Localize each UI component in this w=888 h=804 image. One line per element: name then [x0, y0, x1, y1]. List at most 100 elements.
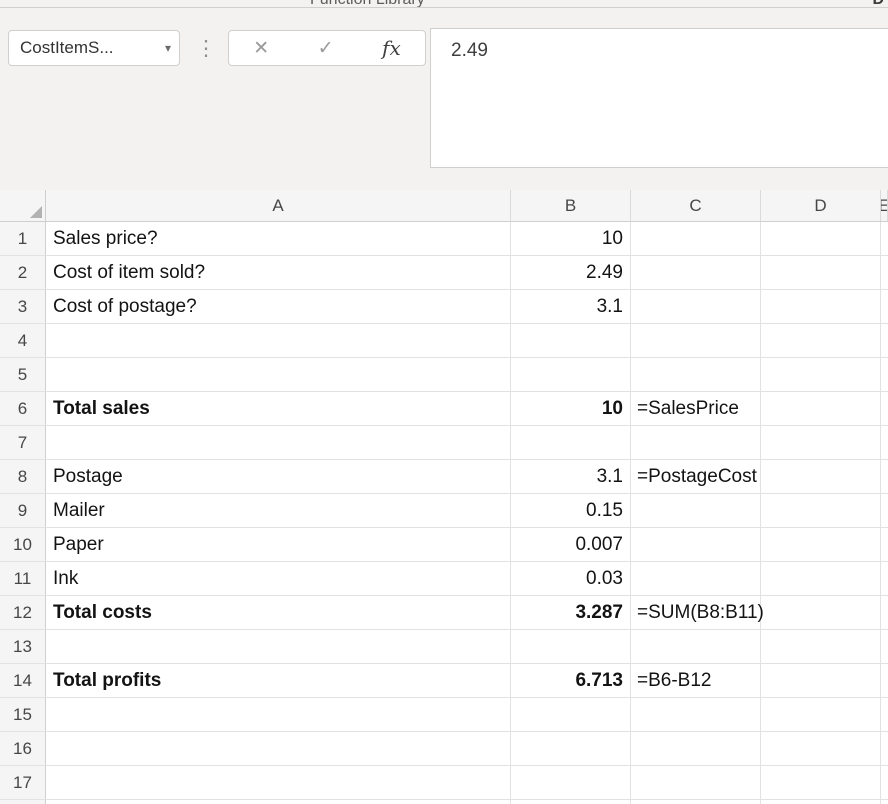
- row-header-8[interactable]: 8: [0, 460, 46, 493]
- cell-C2[interactable]: [631, 256, 761, 289]
- cell-D1[interactable]: [761, 222, 881, 255]
- cell-B5[interactable]: [511, 358, 631, 391]
- cell-A11[interactable]: Ink: [46, 562, 511, 595]
- cell-B18[interactable]: [511, 800, 631, 804]
- cell-E8[interactable]: [881, 460, 888, 493]
- cell-E12[interactable]: [881, 596, 888, 629]
- cell-C12[interactable]: =SUM(B8:B11): [631, 596, 761, 629]
- cell-D15[interactable]: [761, 698, 881, 731]
- cell-C5[interactable]: [631, 358, 761, 391]
- cell-D11[interactable]: [761, 562, 881, 595]
- enter-icon[interactable]: ✓: [318, 39, 334, 58]
- cell-B3[interactable]: 3.1: [511, 290, 631, 323]
- cell-C8[interactable]: =PostageCost: [631, 460, 761, 493]
- column-header-A[interactable]: A: [46, 190, 511, 221]
- cell-A8[interactable]: Postage: [46, 460, 511, 493]
- cell-A9[interactable]: Mailer: [46, 494, 511, 527]
- cell-C9[interactable]: [631, 494, 761, 527]
- cell-A6[interactable]: Total sales: [46, 392, 511, 425]
- cell-B2[interactable]: 2.49: [511, 256, 631, 289]
- cell-D3[interactable]: [761, 290, 881, 323]
- cell-A13[interactable]: [46, 630, 511, 663]
- row-header-5[interactable]: 5: [0, 358, 46, 391]
- row-header-12[interactable]: 12: [0, 596, 46, 629]
- column-header-B[interactable]: B: [511, 190, 631, 221]
- cell-B9[interactable]: 0.15: [511, 494, 631, 527]
- cell-A10[interactable]: Paper: [46, 528, 511, 561]
- row-header-16[interactable]: 16: [0, 732, 46, 765]
- cell-E1[interactable]: [881, 222, 888, 255]
- cell-A7[interactable]: [46, 426, 511, 459]
- cell-D8[interactable]: [761, 460, 881, 493]
- formula-bar-options-icon[interactable]: ⋮: [199, 34, 213, 62]
- row-header-15[interactable]: 15: [0, 698, 46, 731]
- cell-E5[interactable]: [881, 358, 888, 391]
- cell-C7[interactable]: [631, 426, 761, 459]
- row-header-4[interactable]: 4: [0, 324, 46, 357]
- cell-D7[interactable]: [761, 426, 881, 459]
- row-header-11[interactable]: 11: [0, 562, 46, 595]
- cell-B15[interactable]: [511, 698, 631, 731]
- cell-D14[interactable]: [761, 664, 881, 697]
- cell-B8[interactable]: 3.1: [511, 460, 631, 493]
- cell-A3[interactable]: Cost of postage?: [46, 290, 511, 323]
- cell-B11[interactable]: 0.03: [511, 562, 631, 595]
- row-header-17[interactable]: 17: [0, 766, 46, 799]
- row-header-7[interactable]: 7: [0, 426, 46, 459]
- cell-B6[interactable]: 10: [511, 392, 631, 425]
- cell-A2[interactable]: Cost of item sold?: [46, 256, 511, 289]
- row-header-10[interactable]: 10: [0, 528, 46, 561]
- cell-E13[interactable]: [881, 630, 888, 663]
- cell-B10[interactable]: 0.007: [511, 528, 631, 561]
- cell-D16[interactable]: [761, 732, 881, 765]
- cell-A4[interactable]: [46, 324, 511, 357]
- column-header-E[interactable]: E: [881, 190, 888, 221]
- cell-E3[interactable]: [881, 290, 888, 323]
- cell-E16[interactable]: [881, 732, 888, 765]
- cell-B16[interactable]: [511, 732, 631, 765]
- cell-E10[interactable]: [881, 528, 888, 561]
- cell-A15[interactable]: [46, 698, 511, 731]
- row-header-9[interactable]: 9: [0, 494, 46, 527]
- cell-C4[interactable]: [631, 324, 761, 357]
- cell-C14[interactable]: =B6-B12: [631, 664, 761, 697]
- cell-E7[interactable]: [881, 426, 888, 459]
- cell-E18[interactable]: [881, 800, 888, 804]
- cell-D10[interactable]: [761, 528, 881, 561]
- column-header-D[interactable]: D: [761, 190, 881, 221]
- chevron-down-icon[interactable]: ▾: [165, 41, 171, 55]
- row-header-18[interactable]: [0, 800, 46, 804]
- cell-E11[interactable]: [881, 562, 888, 595]
- cell-A1[interactable]: Sales price?: [46, 222, 511, 255]
- row-header-6[interactable]: 6: [0, 392, 46, 425]
- cell-A16[interactable]: [46, 732, 511, 765]
- cell-C1[interactable]: [631, 222, 761, 255]
- cell-D2[interactable]: [761, 256, 881, 289]
- cell-A17[interactable]: [46, 766, 511, 799]
- cell-C10[interactable]: [631, 528, 761, 561]
- cell-E2[interactable]: [881, 256, 888, 289]
- cell-C11[interactable]: [631, 562, 761, 595]
- cell-A5[interactable]: [46, 358, 511, 391]
- cell-B14[interactable]: 6.713: [511, 664, 631, 697]
- select-all-corner[interactable]: [0, 190, 46, 221]
- cell-A18[interactable]: [46, 800, 511, 804]
- row-header-14[interactable]: 14: [0, 664, 46, 697]
- cell-B13[interactable]: [511, 630, 631, 663]
- cell-C13[interactable]: [631, 630, 761, 663]
- cell-D9[interactable]: [761, 494, 881, 527]
- row-header-3[interactable]: 3: [0, 290, 46, 323]
- cell-C6[interactable]: =SalesPrice: [631, 392, 761, 425]
- cell-A12[interactable]: Total costs: [46, 596, 511, 629]
- cell-A14[interactable]: Total profits: [46, 664, 511, 697]
- cell-B4[interactable]: [511, 324, 631, 357]
- cell-E6[interactable]: [881, 392, 888, 425]
- cell-C17[interactable]: [631, 766, 761, 799]
- cell-E15[interactable]: [881, 698, 888, 731]
- cell-E9[interactable]: [881, 494, 888, 527]
- cell-D6[interactable]: [761, 392, 881, 425]
- cell-D5[interactable]: [761, 358, 881, 391]
- cell-C3[interactable]: [631, 290, 761, 323]
- cell-D13[interactable]: [761, 630, 881, 663]
- cell-B17[interactable]: [511, 766, 631, 799]
